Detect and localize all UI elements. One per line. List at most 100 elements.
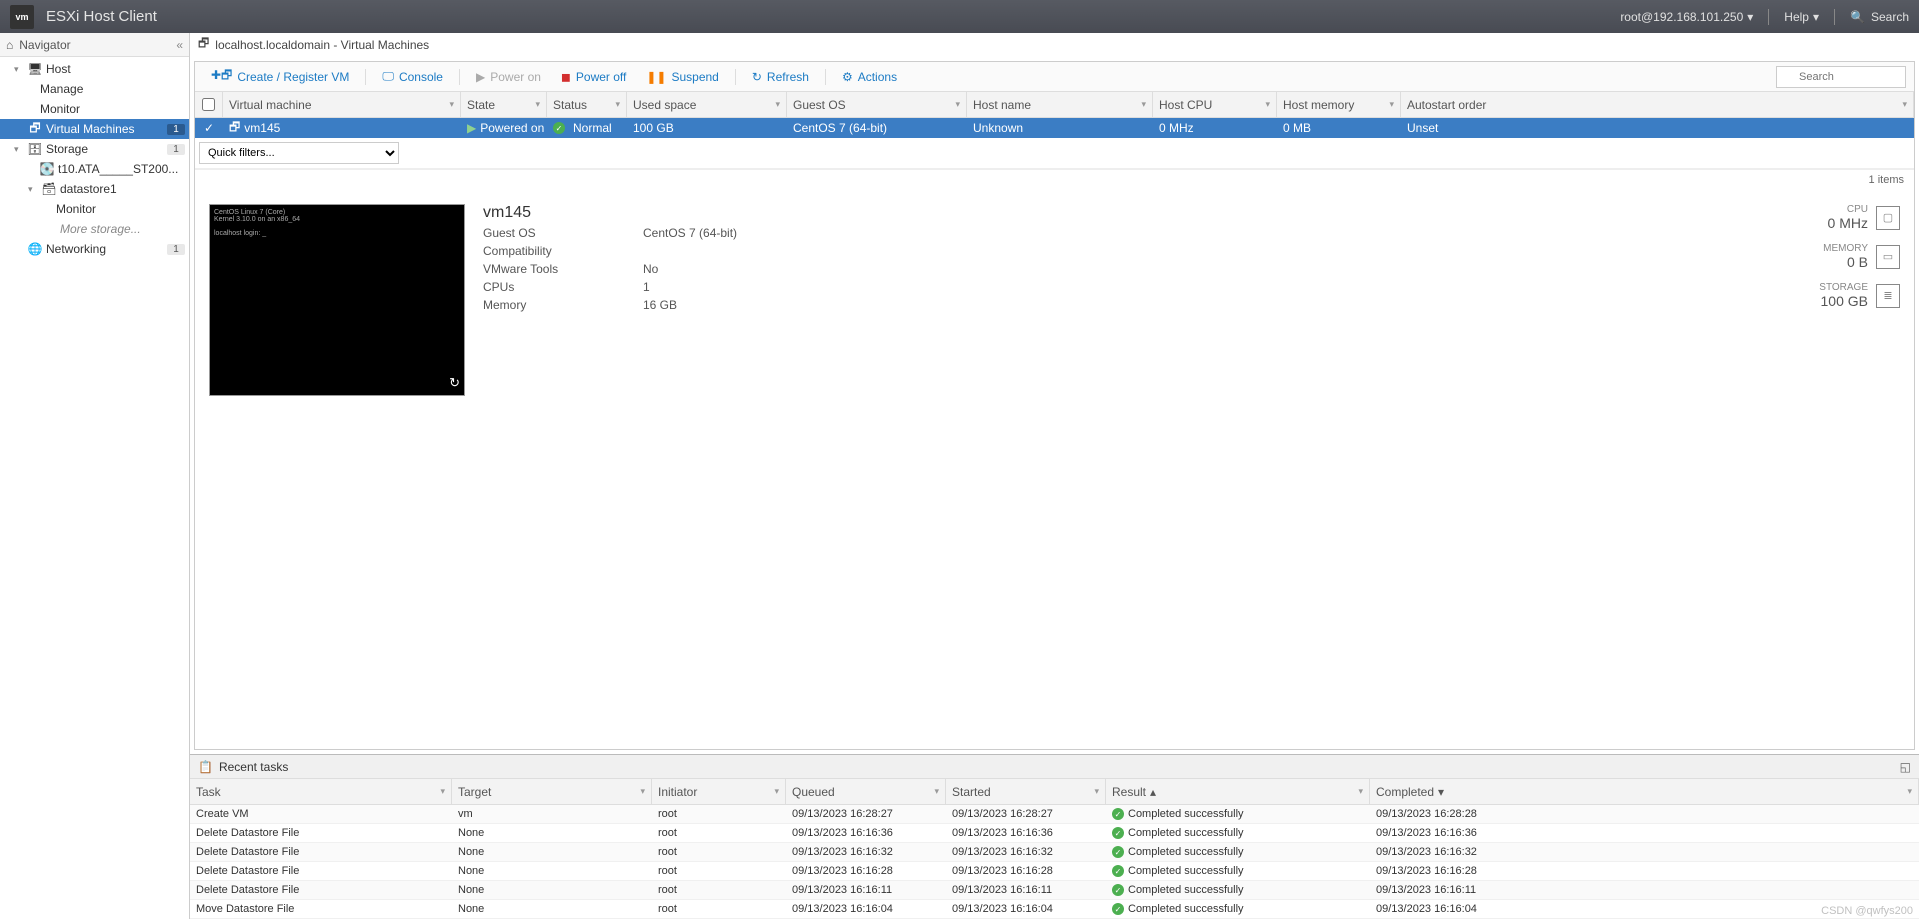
storage-icon: ≣ bbox=[1876, 284, 1900, 308]
task-row[interactable]: Delete Datastore FileNoneroot09/13/2023 … bbox=[190, 843, 1919, 862]
ok-icon: ✓ bbox=[1112, 903, 1124, 915]
nav-manage[interactable]: Manage bbox=[0, 79, 189, 99]
col-menu-icon[interactable]: ▾ bbox=[955, 99, 960, 110]
col-menu-icon[interactable]: ▾ bbox=[535, 99, 540, 110]
ok-icon: ✓ bbox=[553, 122, 565, 134]
storage-icon: 🗄 bbox=[28, 142, 42, 156]
vm-grid-header: Virtual machine▾ State▾ Status▾ Used spa… bbox=[195, 92, 1914, 118]
suspend-button[interactable]: ❚❚ Suspend bbox=[638, 67, 726, 87]
vm-on-icon: 🗗 bbox=[229, 118, 240, 139]
info-key: Compatibility bbox=[483, 244, 643, 262]
console-icon: 🖵 bbox=[382, 69, 394, 84]
chevron-down-icon: ▾ bbox=[1747, 10, 1753, 24]
watermark: CSDN @qwfys200 bbox=[1821, 905, 1913, 917]
network-icon: 🌐 bbox=[28, 242, 42, 256]
home-icon: ⌂ bbox=[6, 38, 13, 52]
actions-button[interactable]: ⚙ Actions bbox=[834, 67, 905, 87]
info-key: Memory bbox=[483, 298, 643, 316]
col-menu-icon[interactable]: ▾ bbox=[775, 99, 780, 110]
vm-row[interactable]: ✓ 🗗vm145 ▶Powered on ✓Normal 100 GB Cent… bbox=[195, 118, 1914, 138]
create-vm-button[interactable]: ✚🗗 Create / Register VM bbox=[203, 63, 357, 90]
col-menu-icon[interactable]: ▾ bbox=[1265, 99, 1270, 110]
refresh-button[interactable]: ↻ Refresh bbox=[744, 67, 817, 87]
pause-icon: ❚❚ bbox=[646, 70, 666, 84]
info-val: 1 bbox=[643, 280, 650, 298]
col-menu-icon[interactable]: ▾ bbox=[1902, 99, 1907, 110]
cpu-stat: CPU0 MHz ▢ bbox=[1828, 204, 1900, 231]
sort-asc-icon: ▴ bbox=[1150, 785, 1156, 799]
disk-icon: 💽 bbox=[40, 162, 54, 176]
task-row[interactable]: Delete Datastore FileNoneroot09/13/2023 … bbox=[190, 862, 1919, 881]
info-val: CentOS 7 (64-bit) bbox=[643, 226, 737, 244]
datastore-icon: 🗃 bbox=[42, 182, 56, 196]
search-icon: 🔍 bbox=[1850, 10, 1865, 24]
twisty-icon: ▾ bbox=[14, 144, 24, 155]
vm-title: vm145 bbox=[483, 204, 1801, 222]
recent-tasks-panel: 📋 Recent tasks ◱ Task▾ Target▾ Initiator… bbox=[190, 754, 1919, 919]
sort-desc-icon: ▾ bbox=[1438, 785, 1444, 799]
console-thumbnail[interactable]: CentOS Linux 7 (Core)Kernel 3.10.0 on an… bbox=[209, 204, 465, 396]
gear-icon: ⚙ bbox=[842, 70, 853, 84]
items-count: 1 items bbox=[195, 169, 1914, 190]
nav-virtual-machines[interactable]: 🗗 Virtual Machines 1 bbox=[0, 119, 189, 139]
vm-icon: 🗗 bbox=[28, 122, 42, 136]
memory-stat: MEMORY0 B ▭ bbox=[1823, 243, 1900, 270]
col-menu-icon[interactable]: ▾ bbox=[449, 99, 454, 110]
refresh-icon[interactable]: ↻ bbox=[449, 375, 460, 391]
tasks-grid-header: Task▾ Target▾ Initiator▾ Queued▾ Started… bbox=[190, 779, 1919, 805]
vmware-logo: vm bbox=[10, 5, 34, 29]
col-menu-icon[interactable]: ▾ bbox=[615, 99, 620, 110]
vm-details: CentOS Linux 7 (Core)Kernel 3.10.0 on an… bbox=[195, 190, 1914, 410]
select-all-checkbox[interactable] bbox=[202, 98, 215, 111]
ok-icon: ✓ bbox=[1112, 884, 1124, 896]
navigator-panel: ⌂ Navigator « ▾ 🖥 Host Manage Monitor 🗗 … bbox=[0, 33, 190, 919]
chevron-down-icon: ▾ bbox=[1813, 10, 1819, 24]
tasks-icon: 📋 bbox=[198, 760, 213, 774]
more-storage-link[interactable]: More storage... bbox=[0, 219, 189, 239]
task-row[interactable]: Delete Datastore FileNoneroot09/13/2023 … bbox=[190, 881, 1919, 900]
ok-icon: ✓ bbox=[1112, 808, 1124, 820]
task-row[interactable]: Move Datastore FileNoneroot09/13/2023 16… bbox=[190, 900, 1919, 919]
refresh-icon: ↻ bbox=[752, 70, 762, 84]
info-key: VMware Tools bbox=[483, 262, 643, 280]
topbar: vm ESXi Host Client root@192.168.101.250… bbox=[0, 0, 1919, 33]
memory-icon: ▭ bbox=[1876, 245, 1900, 269]
vm-toolbar: ✚🗗 Create / Register VM 🖵 Console ▶ Powe… bbox=[195, 62, 1914, 92]
task-row[interactable]: Delete Datastore FileNoneroot09/13/2023 … bbox=[190, 824, 1919, 843]
nav-datastore[interactable]: ▾ 🗃 datastore1 bbox=[0, 179, 189, 199]
help-menu[interactable]: Help ▾ bbox=[1784, 10, 1819, 24]
play-icon: ▶ bbox=[476, 70, 485, 84]
task-row[interactable]: Create VMvmroot09/13/2023 16:28:2709/13/… bbox=[190, 805, 1919, 824]
vm-group-icon: 🗗 bbox=[198, 34, 209, 55]
checkmark-icon: ✓ bbox=[204, 121, 214, 135]
vm-search-input[interactable] bbox=[1776, 66, 1906, 88]
app-title: ESXi Host Client bbox=[46, 8, 157, 25]
nav-monitor[interactable]: Monitor bbox=[0, 99, 189, 119]
collapse-nav-icon[interactable]: « bbox=[176, 38, 183, 52]
nav-disk[interactable]: 💽 t10.ATA_____ST200... bbox=[0, 159, 189, 179]
quick-filters-select[interactable]: Quick filters... bbox=[199, 142, 399, 164]
nav-storage[interactable]: ▾ 🗄 Storage 1 bbox=[0, 139, 189, 159]
power-on-button[interactable]: ▶ Power on bbox=[468, 67, 549, 87]
twisty-icon: ▾ bbox=[28, 184, 38, 195]
col-menu-icon[interactable]: ▾ bbox=[1389, 99, 1394, 110]
info-val: No bbox=[643, 262, 658, 280]
nav-networking[interactable]: 🌐 Networking 1 bbox=[0, 239, 189, 259]
power-off-button[interactable]: ◼ Power off bbox=[553, 67, 634, 87]
nav-host[interactable]: ▾ 🖥 Host bbox=[0, 59, 189, 79]
stop-icon: ◼ bbox=[561, 70, 571, 84]
user-menu[interactable]: root@192.168.101.250 ▾ bbox=[1620, 10, 1753, 24]
maximize-icon[interactable]: ◱ bbox=[1900, 760, 1911, 774]
storage-stat: STORAGE100 GB ≣ bbox=[1819, 282, 1900, 309]
host-icon: 🖥 bbox=[28, 62, 42, 76]
play-icon: ▶ bbox=[467, 121, 476, 135]
cpu-icon: ▢ bbox=[1876, 206, 1900, 230]
twisty-icon: ▾ bbox=[14, 64, 24, 75]
info-key: CPUs bbox=[483, 280, 643, 298]
global-search[interactable]: 🔍 Search bbox=[1850, 10, 1909, 24]
col-menu-icon[interactable]: ▾ bbox=[1141, 99, 1146, 110]
console-button[interactable]: 🖵 Console bbox=[374, 66, 451, 87]
breadcrumb: 🗗 localhost.localdomain - Virtual Machin… bbox=[190, 33, 1919, 57]
nav-ds-monitor[interactable]: Monitor bbox=[0, 199, 189, 219]
info-key: Guest OS bbox=[483, 226, 643, 244]
